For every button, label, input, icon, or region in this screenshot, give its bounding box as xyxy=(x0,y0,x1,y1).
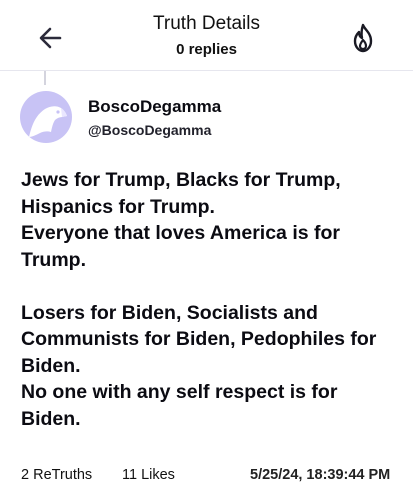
post-timestamp: 5/25/24, 18:39:44 PM xyxy=(250,467,391,483)
post-line: Everyone that loves America is for Trump… xyxy=(21,222,340,271)
post-body: Jews for Trump, Blacks for Trump, Hispan… xyxy=(21,167,401,432)
post-line: Losers for Biden, Socialists and Communi… xyxy=(21,301,377,377)
trending-button[interactable] xyxy=(348,22,378,54)
avatar[interactable] xyxy=(20,91,72,143)
likes-count[interactable]: 11 Likes xyxy=(122,467,175,483)
retruths-count[interactable]: 2 ReTruths xyxy=(21,467,92,483)
flame-icon xyxy=(353,23,373,53)
author-handle[interactable]: @BoscoDegamma xyxy=(88,122,211,138)
post-paragraph-gap xyxy=(21,273,401,300)
post-line: Jews for Trump, Blacks for Trump, Hispan… xyxy=(21,169,341,218)
author-name[interactable]: BoscoDegamma xyxy=(88,97,221,117)
post-line: No one with any self respect is for Bide… xyxy=(21,381,338,430)
header-divider xyxy=(0,70,413,71)
top-bar: Truth Details 0 replies xyxy=(0,0,413,70)
thread-line xyxy=(44,71,46,85)
eagle-avatar-icon xyxy=(20,91,72,143)
